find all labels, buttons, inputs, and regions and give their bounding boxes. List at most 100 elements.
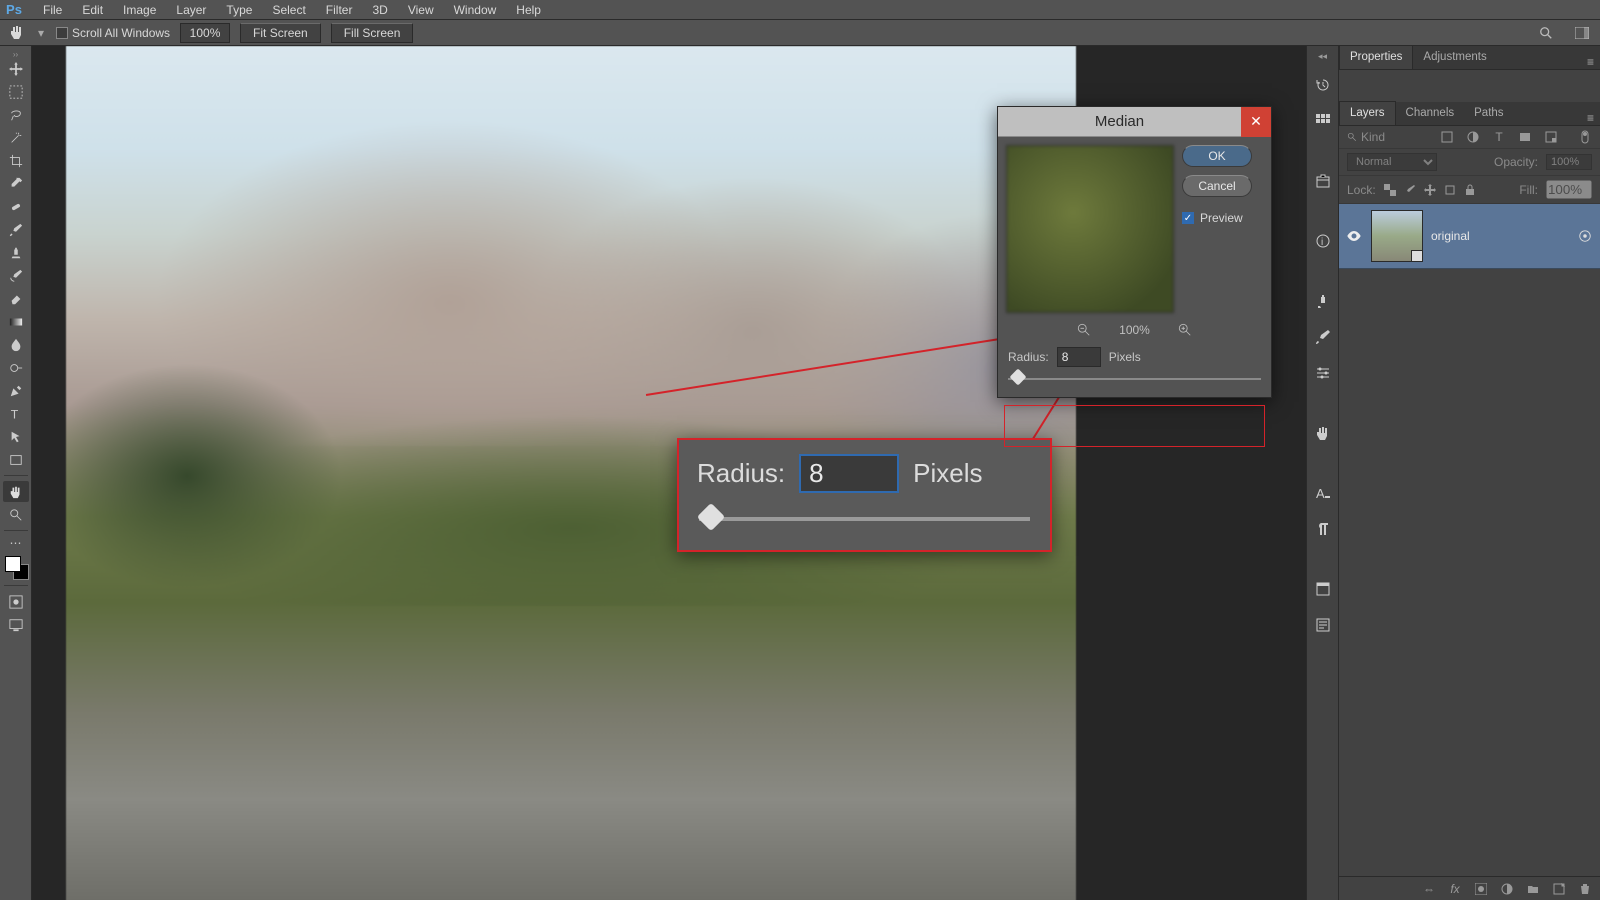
menu-layer[interactable]: Layer bbox=[167, 1, 215, 19]
menu-type[interactable]: Type bbox=[217, 1, 261, 19]
gradient-tool[interactable] bbox=[3, 311, 29, 332]
new-layer-icon[interactable] bbox=[1552, 882, 1566, 896]
scroll-all-windows-checkbox[interactable]: Scroll All Windows bbox=[56, 26, 170, 40]
menu-filter[interactable]: Filter bbox=[317, 1, 362, 19]
clone-stamp-tool[interactable] bbox=[3, 242, 29, 263]
lock-all-icon[interactable] bbox=[1464, 184, 1476, 196]
crop-tool[interactable] bbox=[3, 150, 29, 171]
styles-panel-icon[interactable] bbox=[1312, 422, 1334, 444]
panel-menu-icon[interactable]: ≡ bbox=[1581, 111, 1600, 125]
properties-panel-icon[interactable] bbox=[1312, 578, 1334, 600]
preview-checkbox[interactable]: ✓ Preview bbox=[1182, 211, 1252, 225]
tab-paths[interactable]: Paths bbox=[1464, 101, 1513, 125]
move-tool[interactable] bbox=[3, 58, 29, 79]
layer-item[interactable]: original bbox=[1339, 204, 1600, 269]
add-mask-icon[interactable] bbox=[1474, 882, 1488, 896]
fit-screen-button[interactable]: Fit Screen bbox=[240, 23, 321, 43]
pen-tool[interactable] bbox=[3, 380, 29, 401]
expand-panels-icon[interactable]: ◂◂ bbox=[1308, 52, 1338, 60]
color-swatches[interactable] bbox=[3, 554, 29, 580]
filter-pixel-icon[interactable] bbox=[1440, 130, 1454, 144]
filter-shape-icon[interactable] bbox=[1518, 130, 1532, 144]
lasso-tool[interactable] bbox=[3, 104, 29, 125]
callout-radius-input[interactable] bbox=[799, 454, 899, 493]
brush-tool[interactable] bbox=[3, 219, 29, 240]
document-canvas[interactable]: Radius: Pixels Median ✕ OK Cancel bbox=[32, 46, 1306, 900]
path-select-tool[interactable] bbox=[3, 426, 29, 447]
ok-button[interactable]: OK bbox=[1182, 145, 1252, 167]
link-layers-icon[interactable]: ⇔ bbox=[1422, 882, 1436, 896]
radius-input[interactable] bbox=[1057, 347, 1101, 367]
opacity-input[interactable] bbox=[1546, 154, 1592, 170]
rectangle-tool[interactable] bbox=[3, 449, 29, 470]
slider-handle-icon[interactable] bbox=[697, 503, 725, 531]
new-group-icon[interactable] bbox=[1526, 882, 1540, 896]
dialog-titlebar[interactable]: Median ✕ bbox=[998, 107, 1271, 137]
eraser-tool[interactable] bbox=[3, 288, 29, 309]
lock-position-icon[interactable] bbox=[1424, 184, 1436, 196]
median-dialog[interactable]: Median ✕ OK Cancel ✓ Preview 100% bbox=[997, 106, 1272, 398]
quick-mask-tool[interactable] bbox=[3, 591, 29, 612]
layer-name[interactable]: original bbox=[1431, 229, 1570, 243]
zoom-out-icon[interactable] bbox=[1077, 323, 1091, 337]
panel-menu-icon[interactable]: ≡ bbox=[1581, 55, 1600, 69]
adjustments-panel-icon[interactable] bbox=[1312, 362, 1334, 384]
delete-layer-icon[interactable] bbox=[1578, 882, 1592, 896]
visibility-icon[interactable] bbox=[1347, 231, 1363, 241]
current-tool-icon[interactable] bbox=[8, 24, 26, 42]
layer-filter-kind[interactable]: Kind bbox=[1347, 130, 1385, 144]
dialog-preview[interactable] bbox=[1006, 145, 1174, 313]
tab-properties[interactable]: Properties bbox=[1339, 45, 1413, 69]
screen-mode-tool[interactable] bbox=[3, 614, 29, 635]
tab-channels[interactable]: Channels bbox=[1396, 101, 1465, 125]
filter-toggle-icon[interactable] bbox=[1578, 130, 1592, 144]
lock-image-icon[interactable] bbox=[1404, 184, 1416, 196]
fill-input[interactable] bbox=[1546, 180, 1592, 199]
glyphs-panel-icon[interactable]: A bbox=[1312, 482, 1334, 504]
character-panel-icon[interactable] bbox=[1312, 290, 1334, 312]
eyedropper-tool[interactable] bbox=[3, 173, 29, 194]
filter-adjust-icon[interactable] bbox=[1466, 130, 1480, 144]
search-icon[interactable] bbox=[1536, 24, 1556, 42]
zoom-percent-input[interactable] bbox=[180, 23, 230, 43]
magic-wand-tool[interactable] bbox=[3, 127, 29, 148]
menu-help[interactable]: Help bbox=[507, 1, 550, 19]
menu-edit[interactable]: Edit bbox=[73, 1, 112, 19]
info-panel-icon[interactable]: i bbox=[1312, 230, 1334, 252]
radius-slider[interactable] bbox=[1008, 369, 1261, 389]
new-adjustment-icon[interactable] bbox=[1500, 882, 1514, 896]
rect-marquee-tool[interactable] bbox=[3, 81, 29, 102]
toolbar-grip-icon[interactable]: ›› bbox=[13, 50, 18, 56]
menu-image[interactable]: Image bbox=[114, 1, 165, 19]
menu-file[interactable]: File bbox=[34, 1, 71, 19]
history-panel-icon[interactable] bbox=[1312, 74, 1334, 96]
foreground-swatch[interactable] bbox=[5, 556, 21, 572]
blend-mode-select[interactable]: Normal bbox=[1347, 153, 1437, 171]
tab-layers[interactable]: Layers bbox=[1339, 101, 1396, 125]
menu-window[interactable]: Window bbox=[445, 1, 506, 19]
callout-radius-slider[interactable] bbox=[697, 507, 1032, 533]
tool-preset-dropdown-icon[interactable]: ▾ bbox=[36, 24, 46, 42]
filter-smart-icon[interactable] bbox=[1544, 130, 1558, 144]
lock-artboard-icon[interactable] bbox=[1444, 184, 1456, 196]
edit-toolbar-icon[interactable]: ⋯ bbox=[3, 536, 29, 550]
menu-3d[interactable]: 3D bbox=[363, 1, 396, 19]
libraries-panel-icon[interactable] bbox=[1312, 170, 1334, 192]
fill-screen-button[interactable]: Fill Screen bbox=[331, 23, 414, 43]
menu-view[interactable]: View bbox=[399, 1, 443, 19]
brush-settings-panel-icon[interactable] bbox=[1312, 326, 1334, 348]
swatches-panel-icon[interactable] bbox=[1312, 110, 1334, 132]
hand-tool[interactable] bbox=[3, 481, 29, 502]
slider-handle-icon[interactable] bbox=[1010, 369, 1027, 386]
blur-tool[interactable] bbox=[3, 334, 29, 355]
workspace-switcher-icon[interactable] bbox=[1572, 24, 1592, 42]
paragraph-panel-icon[interactable] bbox=[1312, 518, 1334, 540]
filter-type-icon[interactable]: T bbox=[1492, 130, 1506, 144]
layer-thumbnail[interactable] bbox=[1371, 210, 1423, 262]
notes-panel-icon[interactable] bbox=[1312, 614, 1334, 636]
tab-adjustments[interactable]: Adjustments bbox=[1413, 45, 1496, 69]
zoom-tool[interactable] bbox=[3, 504, 29, 525]
lock-transparent-icon[interactable] bbox=[1384, 184, 1396, 196]
type-tool[interactable]: T bbox=[3, 403, 29, 424]
close-icon[interactable]: ✕ bbox=[1241, 107, 1271, 137]
